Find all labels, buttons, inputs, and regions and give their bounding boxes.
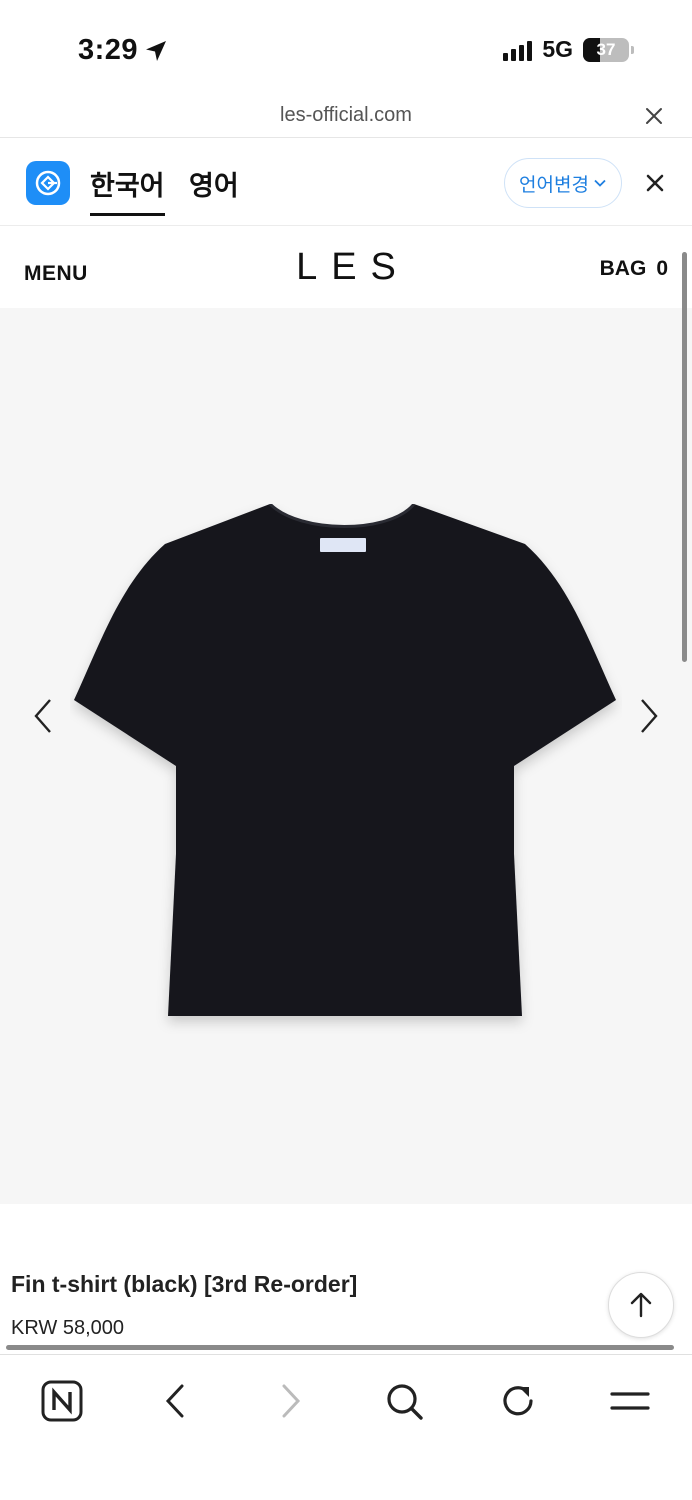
product-price: KRW 58,000 (11, 1317, 125, 1339)
papago-icon (35, 170, 61, 196)
battery-level: 37 (596, 39, 616, 59)
bag-label: BAG (599, 257, 647, 280)
change-language-button[interactable]: 언어변경 (504, 158, 622, 208)
site-header: MENU LES BAG 0 (0, 226, 692, 308)
status-time-text: 3:29 (78, 34, 139, 66)
product-gallery[interactable] (0, 308, 692, 1204)
url-text[interactable]: les-official.com (0, 104, 692, 127)
reload-button[interactable] (496, 1379, 540, 1423)
vertical-scrollbar[interactable] (682, 252, 687, 662)
product-name: Fin t-shirt (black) [3rd Re-order] (11, 1271, 358, 1297)
menu-button-toolbar[interactable] (608, 1379, 652, 1423)
status-indicators: 5G 37 (503, 36, 634, 63)
battery-nub (631, 45, 634, 54)
forward-button[interactable] (268, 1379, 312, 1423)
next-image-icon[interactable] (632, 696, 666, 736)
product-info: Fin t-shirt (black) [3rd Re-order] KRW 5… (0, 1204, 692, 1350)
forward-icon (282, 1384, 301, 1418)
back-button[interactable] (154, 1379, 198, 1423)
status-time: 3:29 (78, 34, 168, 67)
scroll-to-top-button[interactable] (608, 1272, 674, 1338)
naver-home-button[interactable] (40, 1379, 84, 1423)
translate-logo-icon (26, 161, 70, 205)
translate-bar: 한국어 영어 언어변경 (0, 138, 692, 226)
signal-icon (503, 39, 533, 61)
horizontal-scrollbar[interactable] (6, 1345, 674, 1350)
bag-button[interactable]: BAG 0 (600, 257, 668, 281)
battery-icon: 37 (583, 37, 629, 62)
network-type: 5G (542, 36, 573, 62)
black-tshirt-image (74, 504, 616, 1016)
chevron-down-icon (594, 179, 606, 187)
arrow-up-icon (630, 1292, 652, 1318)
site-logo[interactable]: LES (0, 246, 692, 289)
location-arrow-icon (146, 40, 167, 61)
search-button[interactable] (382, 1379, 426, 1423)
naver-home-icon (41, 1380, 83, 1422)
url-bar[interactable]: les-official.com (0, 96, 692, 138)
reload-icon (503, 1386, 533, 1416)
previous-image-icon[interactable] (26, 696, 60, 736)
tab-language-english[interactable]: 영어 (189, 164, 239, 213)
status-bar: 3:29 5G 37 (0, 0, 692, 96)
back-icon (165, 1384, 184, 1418)
close-icon[interactable] (642, 104, 666, 128)
browser-toolbar (0, 1354, 692, 1500)
search-icon (387, 1384, 423, 1420)
change-language-label: 언어변경 (519, 174, 589, 196)
close-translate-icon[interactable] (644, 172, 666, 194)
bag-count: 0 (656, 257, 668, 280)
tab-language-korean[interactable]: 한국어 (90, 164, 165, 216)
menu-icon (610, 1392, 650, 1410)
